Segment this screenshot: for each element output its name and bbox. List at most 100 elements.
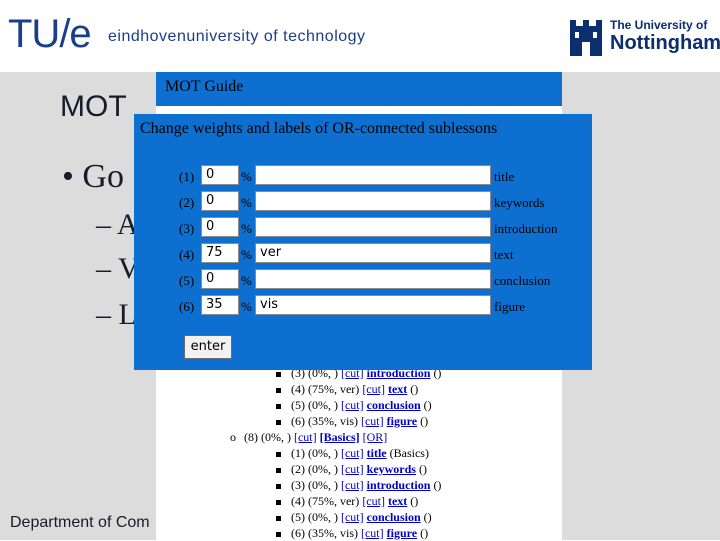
tree-item: (3) (0%, ) [cut] introduction () xyxy=(276,478,441,493)
tree-item: o (8) (0%, ) [cut] [Basics] [OR] xyxy=(230,430,387,445)
sublesson-link[interactable]: text xyxy=(388,382,407,396)
tree-item-info: (4) (75%, ver) xyxy=(291,494,363,508)
cut-link[interactable]: [cut] xyxy=(341,510,364,524)
tree-item-info: (6) (35%, vis) xyxy=(291,414,361,428)
enter-button[interactable]: enter xyxy=(184,335,232,359)
percent-sign: % xyxy=(241,195,252,210)
cut-link[interactable]: [cut] xyxy=(361,526,384,540)
tree-item-info: (5) (0%, ) xyxy=(291,510,341,524)
tree-item-info: (6) (35%, vis) xyxy=(291,526,361,540)
label-input[interactable]: vis xyxy=(255,295,491,315)
square-bullet-icon xyxy=(276,419,281,425)
sublesson-link[interactable]: text xyxy=(388,494,407,508)
percent-sign: % xyxy=(241,299,252,314)
cut-link[interactable]: [cut] xyxy=(341,478,364,492)
weights-dialog xyxy=(134,114,592,370)
weight-input[interactable]: 0 xyxy=(201,217,239,237)
square-bullet-icon xyxy=(276,483,281,489)
weight-input[interactable]: 35 xyxy=(201,295,239,315)
sublesson-link[interactable]: title xyxy=(367,446,387,460)
cut-link[interactable]: [cut] xyxy=(362,494,385,508)
label-input[interactable] xyxy=(255,165,491,185)
square-bullet-icon xyxy=(276,531,281,537)
cut-link[interactable]: [cut] xyxy=(294,430,317,444)
tree-item-info: (2) (0%, ) xyxy=(291,462,341,476)
bullet-1: • Go xyxy=(62,158,124,195)
label-input[interactable] xyxy=(255,217,491,237)
square-bullet-icon xyxy=(276,499,281,505)
square-bullet-icon xyxy=(276,371,281,377)
cut-link[interactable]: [cut] xyxy=(361,414,384,428)
sublesson-name: conclusion xyxy=(494,273,551,288)
tree-item-suffix: () xyxy=(407,382,419,396)
tree-item-suffix: () xyxy=(430,478,442,492)
square-bullet-icon xyxy=(276,515,281,521)
sublesson-link[interactable]: figure xyxy=(387,414,417,428)
tree-item-suffix: () xyxy=(417,414,429,428)
nottingham-big-text: Nottingham xyxy=(610,32,720,54)
tree-item: (4) (75%, ver) [cut] text () xyxy=(276,494,418,509)
tue-logo: TU/e xyxy=(8,12,92,56)
nottingham-small-text: The University of xyxy=(610,18,708,32)
tree-item: (5) (0%, ) [cut] conclusion () xyxy=(276,510,432,525)
department-footer: Department of Com xyxy=(10,514,150,531)
percent-sign: % xyxy=(241,169,252,184)
weight-input[interactable]: 0 xyxy=(201,165,239,185)
tree-item-suffix: () xyxy=(420,398,432,412)
castle-crest-icon xyxy=(570,20,602,56)
percent-sign: % xyxy=(241,221,252,236)
sublesson-name: figure xyxy=(494,299,526,314)
mot-guide-title: MOT Guide xyxy=(165,78,244,95)
sublesson-link[interactable]: [Basics] xyxy=(320,430,360,444)
weight-input[interactable]: 0 xyxy=(201,191,239,211)
tree-item-suffix: () xyxy=(420,510,432,524)
tree-item-suffix: () xyxy=(417,526,429,540)
slide-title: MOT xyxy=(60,90,127,123)
tree-item: (6) (35%, vis) [cut] figure () xyxy=(276,526,428,541)
sublesson-link[interactable]: figure xyxy=(387,526,417,540)
tree-item-suffix: (Basics) xyxy=(386,446,429,460)
or-link[interactable]: [OR] xyxy=(363,430,388,444)
tree-item-info: (8) (0%, ) xyxy=(244,430,294,444)
circle-bullet-icon: o xyxy=(230,430,236,444)
tree-item: (4) (75%, ver) [cut] text () xyxy=(276,382,418,397)
square-bullet-icon xyxy=(276,387,281,393)
cut-link[interactable]: [cut] xyxy=(362,382,385,396)
percent-sign: % xyxy=(241,273,252,288)
tue-tagline: eindhovenuniversity of technology xyxy=(108,28,366,45)
tree-item-info: (1) (0%, ) xyxy=(291,446,341,460)
row-number: (5) xyxy=(179,273,195,288)
square-bullet-icon xyxy=(276,451,281,457)
percent-sign: % xyxy=(241,247,252,262)
sublesson-name: title xyxy=(494,169,515,184)
label-input[interactable]: ver xyxy=(255,243,491,263)
cut-link[interactable]: [cut] xyxy=(341,446,364,460)
tree-item-info: (5) (0%, ) xyxy=(291,398,341,412)
row-number: (3) xyxy=(179,221,195,236)
row-number: (4) xyxy=(179,247,195,262)
sublesson-link[interactable]: keywords xyxy=(367,462,416,476)
weight-input[interactable]: 0 xyxy=(201,269,239,289)
cut-link[interactable]: [cut] xyxy=(341,462,364,476)
square-bullet-icon xyxy=(276,467,281,473)
tree-item: (2) (0%, ) [cut] keywords () xyxy=(276,462,427,477)
sublesson-link[interactable]: conclusion xyxy=(367,398,421,412)
tree-item-info: (3) (0%, ) xyxy=(291,478,341,492)
cut-link[interactable]: [cut] xyxy=(341,398,364,412)
sublesson-name: keywords xyxy=(494,195,545,210)
sublesson-link[interactable]: introduction xyxy=(367,478,431,492)
label-input[interactable] xyxy=(255,191,491,211)
tree-item: (1) (0%, ) [cut] title (Basics) xyxy=(276,446,429,461)
label-input[interactable] xyxy=(255,269,491,289)
nottingham-logo: The University of Nottingham xyxy=(566,14,720,60)
row-number: (2) xyxy=(179,195,195,210)
sublesson-link[interactable]: conclusion xyxy=(367,510,421,524)
dialog-title: Change weights and labels of OR-connecte… xyxy=(140,120,498,137)
weight-input[interactable]: 75 xyxy=(201,243,239,263)
sublesson-name: text xyxy=(494,247,514,262)
tree-item-info: (4) (75%, ver) xyxy=(291,382,363,396)
bullet-4: – L xyxy=(96,298,137,331)
tree-item: (6) (35%, vis) [cut] figure () xyxy=(276,414,428,429)
row-number: (6) xyxy=(179,299,195,314)
sublesson-name: introduction xyxy=(494,221,558,236)
